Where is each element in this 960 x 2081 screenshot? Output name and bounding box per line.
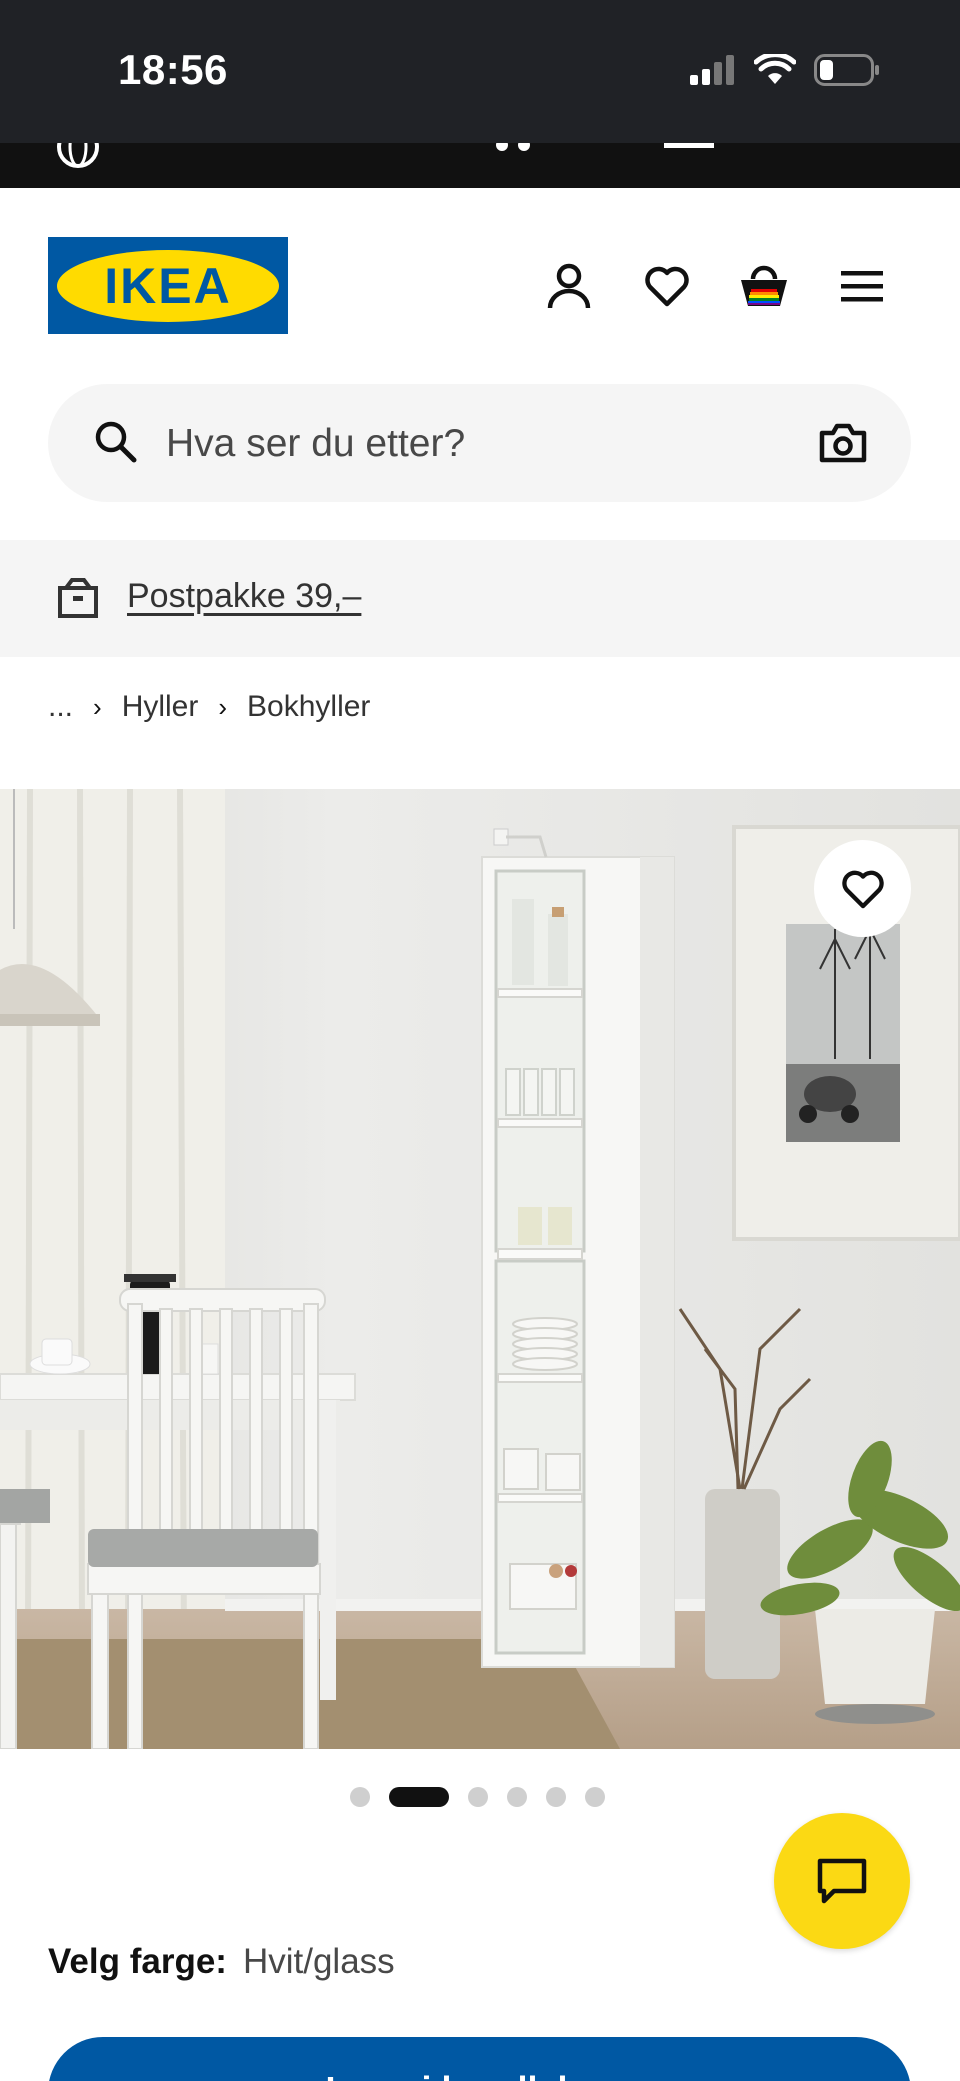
color-label: Velg farge: [48,1942,227,1981]
logo-text: IKEA [104,257,232,314]
carousel-pagination [350,1787,624,1807]
chat-button[interactable] [774,1813,910,1949]
status-icons [690,54,880,86]
carousel-dot[interactable] [507,1787,527,1807]
account-icon[interactable] [543,260,595,312]
favourites-icon[interactable] [641,260,693,312]
product-photo-illustration [0,789,960,1749]
chevron-right-icon: › [218,691,228,722]
wifi-icon [754,54,796,84]
heart-icon [841,870,884,908]
product-image[interactable] [0,789,960,1749]
parcel-icon [58,578,98,618]
shopping-bag-icon[interactable] [738,260,790,312]
camera-icon[interactable] [819,422,867,464]
search-input[interactable]: Hva ser du etter? [48,384,911,502]
breadcrumb-ellipsis[interactable]: ... [48,690,73,724]
color-selection: Velg farge: Hvit/glass [48,1942,395,1982]
chevron-right-icon: › [93,691,102,722]
ikea-logo[interactable]: IKEA [48,237,288,334]
add-to-cart-button[interactable]: Legg i handlekurv [48,2037,911,2081]
chat-icon [817,1858,867,1904]
carousel-dot[interactable] [585,1787,605,1807]
menu-icon[interactable] [836,260,888,312]
carousel-dot[interactable] [546,1787,566,1807]
carousel-dot[interactable] [350,1787,370,1807]
carousel-dot[interactable] [468,1787,488,1807]
color-value[interactable]: Hvit/glass [243,1942,395,1981]
breadcrumb-item-bokhyller[interactable]: Bokhyller [247,690,370,724]
logo-ellipse: IKEA [57,249,279,322]
delivery-promo-banner: Postpakke 39,– [0,540,960,657]
breadcrumb: ... › Hyller › Bokhyller [48,690,370,724]
search-icon [95,421,137,463]
globe-icon[interactable] [56,143,100,169]
favourite-button[interactable] [814,840,911,937]
site-header: IKEA [0,188,960,378]
cellular-signal-icon [690,55,734,85]
menu-bar-fragment [664,143,714,148]
delivery-promo-link[interactable]: Postpakke 39,– [127,577,361,616]
store-icon[interactable] [490,143,536,159]
status-bar: 18:56 [0,0,960,143]
top-dark-strip [0,143,960,188]
search-placeholder: Hva ser du etter? [166,422,466,465]
status-time: 18:56 [118,46,228,93]
breadcrumb-item-hyller[interactable]: Hyller [122,690,199,724]
battery-icon [814,54,879,86]
carousel-dot-active[interactable] [389,1787,449,1807]
